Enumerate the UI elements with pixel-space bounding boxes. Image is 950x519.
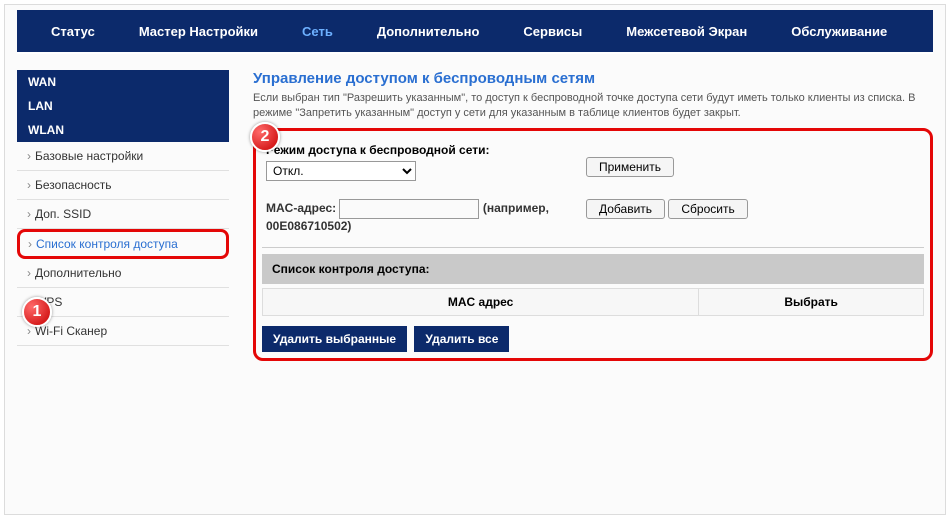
nav-wizard[interactable]: Мастер Настройки [117,24,280,39]
chevron-right-icon: › [28,237,32,251]
sidebar-section-wlan[interactable]: WLAN [17,118,229,142]
chevron-right-icon: › [27,266,31,280]
nav-advanced[interactable]: Дополнительно [355,24,502,39]
sidebar-item-basic[interactable]: › Базовые настройки [17,142,229,171]
sidebar-item-advanced[interactable]: › Дополнительно [17,259,229,288]
mac-input[interactable] [339,199,479,219]
annotation-badge-2: 2 [250,122,280,152]
chevron-right-icon: › [27,149,31,163]
mac-label: MAC-адрес: [266,201,336,215]
mode-label: Режим доступа к беспроводной сети: [266,143,586,157]
chevron-right-icon: › [27,178,31,192]
acl-table: MAC адрес Выбрать [262,288,924,316]
sidebar-section-wan[interactable]: WAN [17,70,229,94]
apply-button[interactable]: Применить [586,157,674,177]
sidebar-item-ssid[interactable]: › Доп. SSID [17,200,229,229]
mode-select[interactable]: Откл. [266,161,416,181]
col-select-header: Выбрать [699,288,924,315]
annotation-badge-1: 1 [22,297,52,327]
sidebar-item-label: Wi-Fi Сканер [35,324,107,338]
acl-list-title: Список контроля доступа: [262,254,924,284]
chevron-right-icon: › [27,324,31,338]
sidebar-item-label: Безопасность [35,178,112,192]
delete-selected-button[interactable]: Удалить выбранные [262,326,407,352]
sidebar-item-security[interactable]: › Безопасность [17,171,229,200]
top-nav: Статус Мастер Настройки Сеть Дополнитель… [17,10,933,54]
nav-network[interactable]: Сеть [280,24,355,39]
add-button[interactable]: Добавить [586,199,665,219]
nav-maintenance[interactable]: Обслуживание [769,24,909,39]
chevron-right-icon: › [27,207,31,221]
sidebar-item-wifi-scanner[interactable]: › Wi-Fi Сканер [17,317,229,346]
sidebar-item-label: Список контроля доступа [36,237,178,251]
page-container: Статус Мастер Настройки Сеть Дополнитель… [4,4,946,515]
sidebar-item-label: Дополнительно [35,266,121,280]
col-mac-header: MAC адрес [263,288,699,315]
nav-firewall[interactable]: Межсетевой Экран [604,24,769,39]
nav-status[interactable]: Статус [29,24,117,39]
content-area: Управление доступом к беспроводным сетям… [253,70,933,361]
sidebar-section-lan[interactable]: LAN [17,94,229,118]
nav-services[interactable]: Сервисы [501,24,604,39]
page-description: Если выбран тип "Разрешить указанным", т… [253,91,933,122]
delete-all-button[interactable]: Удалить все [414,326,509,352]
sidebar-item-access-control[interactable]: › Список контроля доступа [17,229,229,259]
settings-panel: Режим доступа к беспроводной сети: Откл.… [253,128,933,361]
sidebar-item-label: Доп. SSID [35,207,91,221]
page-title: Управление доступом к беспроводным сетям [253,70,933,87]
sidebar-item-label: Базовые настройки [35,149,143,163]
reset-button[interactable]: Сбросить [668,199,747,219]
